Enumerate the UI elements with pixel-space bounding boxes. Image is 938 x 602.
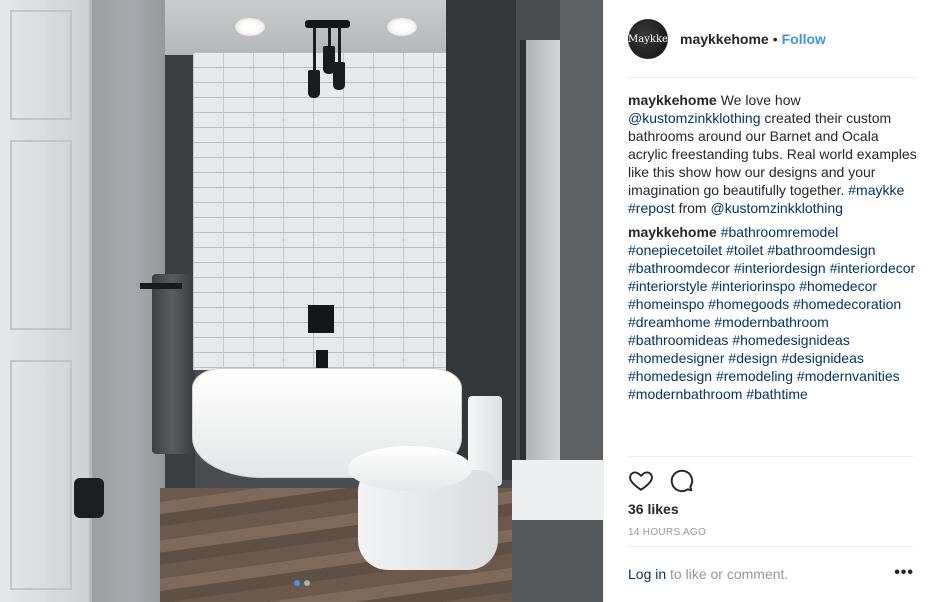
login-divider — [628, 546, 914, 547]
hashtag-link[interactable]: #homedesigner — [628, 350, 725, 366]
hashtag-link[interactable]: #repost — [628, 200, 675, 216]
hashtag-link[interactable]: #homedesign — [628, 368, 712, 384]
hashtag-link[interactable]: #modernvanities — [797, 368, 900, 384]
header-separator: • — [772, 31, 778, 47]
hashtag-link[interactable]: #bathroomideas — [628, 332, 728, 348]
photo-shower-valve — [308, 305, 334, 333]
post-photo[interactable] — [0, 0, 603, 602]
photo-pendant-lamp — [308, 70, 320, 98]
photo-pendant-rod — [328, 26, 331, 48]
photo-tub-spout — [316, 350, 328, 368]
hashtag-link[interactable]: #design — [728, 350, 777, 366]
header-username[interactable]: maykkehome — [680, 31, 769, 47]
hashtag-link[interactable]: #bathroomremodel — [721, 224, 839, 240]
carousel-dot[interactable] — [304, 580, 310, 586]
caption-comment: maykkehome We love how @kustomzinkklothin… — [628, 91, 918, 217]
post-header: Maykke maykkehome • Follow — [604, 0, 938, 78]
post-timestamp[interactable]: 14 HOURS AGO — [628, 527, 706, 538]
post-actions: 36 likes 14 HOURS AGO Log in to like or … — [628, 456, 914, 596]
photo-toilet-lid — [348, 446, 472, 491]
likes-count[interactable]: 36 likes — [628, 501, 679, 517]
hashtag-link[interactable]: #homegoods — [708, 296, 789, 312]
carousel-indicator — [294, 580, 310, 586]
mention-link[interactable]: @kustomzinkklothing — [628, 110, 761, 126]
hashtag-link[interactable]: #remodeling — [716, 368, 793, 384]
carousel-dot-active[interactable] — [294, 580, 300, 586]
login-suffix: to like or comment. — [666, 566, 789, 582]
hashtag-link[interactable]: #bathroomdecor — [628, 260, 730, 276]
comment-icon[interactable] — [668, 467, 694, 493]
hashtag-link[interactable]: #homedesignideas — [732, 332, 850, 348]
photo-ceiling-light — [387, 18, 417, 36]
hashtag-link[interactable]: #onepiecetoilet — [628, 242, 722, 258]
hashtag-link[interactable]: #homedecoration — [793, 296, 901, 312]
hashtag-link[interactable]: #homeinspo — [628, 296, 704, 312]
hashtag-link[interactable]: #maykke — [848, 182, 904, 198]
header-divider — [628, 77, 915, 78]
photo-towel-bar — [140, 283, 182, 289]
hashtag-link[interactable]: #dreamhome — [628, 314, 711, 330]
photo-door-knob — [74, 478, 104, 518]
photo-vanity — [512, 520, 603, 602]
post-side-panel: Maykke maykkehome • Follow maykkehome We … — [603, 0, 938, 602]
caption-text-segment: We love how — [720, 92, 801, 108]
hashtag-comment: maykkehome #bathroomremodel #onepiecetoil… — [628, 223, 918, 403]
caption-username[interactable]: maykkehome — [628, 92, 717, 108]
hashtag-link[interactable]: #bathroomdesign — [767, 242, 875, 258]
avatar-logo-text: Maykke — [628, 33, 668, 45]
hashtag-link[interactable]: #bathtime — [746, 386, 807, 402]
hashtag-link[interactable]: #interiorinspo — [711, 278, 795, 294]
mention-link[interactable]: @kustomzinkklothing — [710, 200, 843, 216]
actions-divider — [628, 456, 914, 457]
login-prompt: Log in to like or comment. — [628, 566, 915, 582]
photo-door-panel — [10, 140, 72, 330]
login-link[interactable]: Log in — [628, 566, 666, 582]
hashtag-link[interactable]: #modernbathroom — [714, 314, 828, 330]
photo-pendant-rod — [313, 26, 316, 71]
hashtag-link[interactable]: #interiorstyle — [628, 278, 707, 294]
follow-button[interactable]: Follow — [782, 31, 826, 47]
hashtag-link[interactable]: #modernbathroom — [628, 386, 742, 402]
hashtag-link[interactable]: #designideas — [781, 350, 864, 366]
hashtag-link[interactable]: #toilet — [726, 242, 763, 258]
more-options-icon[interactable]: ••• — [894, 564, 914, 582]
avatar[interactable]: Maykke — [628, 19, 668, 59]
photo-pendant-rod — [338, 26, 341, 62]
caption-text-segment: from — [674, 200, 711, 216]
hashtag-link[interactable]: #interiordecor — [830, 260, 916, 276]
caption-text: We love how @kustomzinkklothing created … — [628, 92, 917, 216]
hashtag-link[interactable]: #interiordesign — [734, 260, 826, 276]
photo-pendant-lamp — [333, 62, 345, 90]
hashtag-comment-username[interactable]: maykkehome — [628, 224, 717, 240]
photo-towel — [152, 274, 192, 454]
photo-door-panel — [10, 360, 72, 590]
hashtag-list: #bathroomremodel #onepiecetoilet #toilet… — [628, 224, 915, 402]
comments-section: maykkehome We love how @kustomzinkklothin… — [628, 91, 918, 451]
photo-mirror — [520, 40, 565, 460]
photo-ceiling-light — [235, 18, 265, 36]
hashtag-link[interactable]: #homedecor — [799, 278, 877, 294]
photo-door-panel — [10, 10, 72, 120]
heart-icon[interactable] — [628, 467, 654, 493]
